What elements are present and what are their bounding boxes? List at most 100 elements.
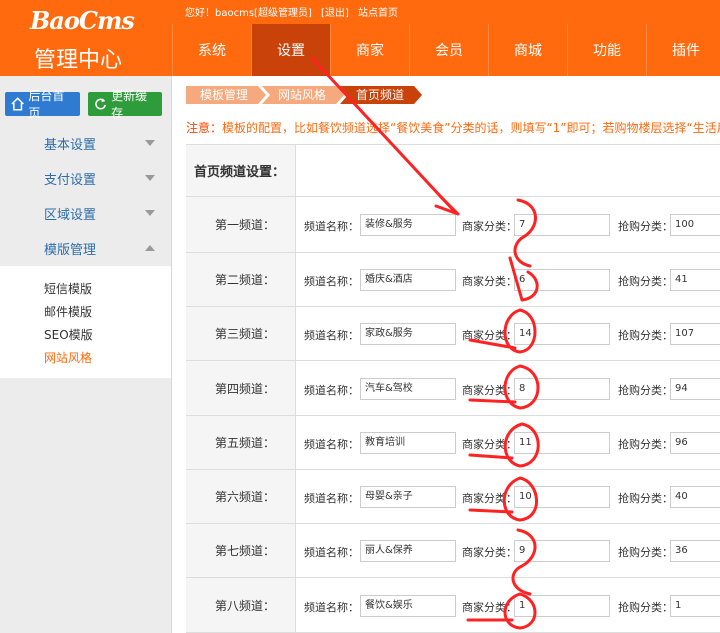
site-home-link[interactable]: 站点首页 [358,8,398,19]
shop-category-input[interactable]: 9 [514,540,610,562]
sidebar-section-label: 基本设置 [44,138,97,153]
sidebar-buttons: 后台首页 更新缓存 [5,89,162,120]
update-cache-label: 更新缓存 [111,89,148,120]
sidebar-item-site-style[interactable]: 网站风格 [44,349,92,366]
shop-category-input[interactable]: 6 [514,269,610,291]
channel-name-input[interactable]: 家政&服务 [360,323,456,345]
main-nav: 系统 设置 商家 会员 商城 功能 插件 [172,24,720,76]
sidebar-item-sms-template[interactable]: 短信模版 [44,280,92,297]
sidebar-section-payment[interactable]: 支付设置 [0,161,171,196]
table-row: 第八频道： 频道名称： 餐饮&娱乐 商家分类： 1 抢购分类： 1 [186,578,720,633]
tuan-category-label: 抢购分类： [618,220,673,233]
shop-category-input[interactable]: 11 [514,432,610,454]
logo: BaoCms 管理中心 [0,0,170,76]
name-field-label: 频道名称： [304,220,359,233]
table-row: 第一频道： 频道名称： 装修&服务 商家分类： 7 抢购分类： 100 [186,197,720,253]
tuan-category-input[interactable]: 40 [670,486,720,508]
channel-name-input[interactable]: 装修&服务 [360,214,456,236]
tuan-category-input[interactable]: 107 [670,323,720,345]
tuan-category-input[interactable]: 1 [670,595,720,617]
sidebar-section-region[interactable]: 区域设置 [0,196,171,231]
sidebar: 后台首页 更新缓存 基本设置 支付设置 区域设置 模版管理 短信模版 邮件模版 … [0,76,172,633]
channel-cell: 频道名称： 家政&服务 商家分类： 14 抢购分类： 107 [296,307,720,360]
shop-category-input[interactable]: 14 [514,323,610,345]
update-cache-button[interactable]: 更新缓存 [88,89,162,120]
nav-settings[interactable]: 设置 [251,24,330,76]
name-field-label: 频道名称： [304,492,359,505]
channel-name-input[interactable]: 餐饮&娱乐 [360,595,456,617]
name-field-label: 频道名称： [304,329,359,342]
table-row: 第六频道： 频道名称： 母婴&亲子 商家分类： 10 抢购分类： 40 [186,470,720,524]
tuan-category-input[interactable]: 94 [670,378,720,400]
shop-category-input[interactable]: 8 [514,378,610,400]
nav-merchant[interactable]: 商家 [330,24,409,76]
channel-name-input[interactable]: 丽人&保养 [360,540,456,562]
shop-category-input[interactable]: 7 [514,214,610,236]
breadcrumb-current: 首页频道 [340,86,422,104]
shop-category-input[interactable]: 10 [514,486,610,508]
refresh-icon [95,98,106,110]
home-icon [11,97,24,111]
chevron-up-icon [145,245,155,251]
table-row: 第七频道： 频道名称： 丽人&保养 商家分类： 9 抢购分类： 36 [186,524,720,578]
name-field-label: 频道名称： [304,546,359,559]
shop-category-label: 商家分类： [462,492,517,505]
shop-category-input[interactable]: 1 [514,595,610,617]
channel-label: 第六频道： [186,470,296,523]
sidebar-item-email-template[interactable]: 邮件模版 [44,303,92,320]
nav-functions[interactable]: 功能 [567,24,646,76]
shop-category-label: 商家分类： [462,438,517,451]
channel-label: 第二频道： [186,253,296,306]
name-field-label: 频道名称： [304,438,359,451]
admin-home-button[interactable]: 后台首页 [5,89,80,120]
channel-name-input[interactable]: 婚庆&酒店 [360,269,456,291]
channel-label: 第五频道： [186,416,296,469]
shop-category-label: 商家分类： [462,601,517,614]
channel-cell: 频道名称： 丽人&保养 商家分类： 9 抢购分类： 36 [296,524,720,577]
channel-label: 第四频道： [186,361,296,415]
table-header: 首页频道设置： [186,145,720,197]
breadcrumb-item[interactable]: 模板管理 [186,86,266,104]
sidebar-section-basic[interactable]: 基本设置 [0,126,171,161]
sidebar-submenu: 短信模版 邮件模版 SEO模版 网站风格 [0,266,171,378]
tuan-category-input[interactable]: 96 [670,432,720,454]
tuan-category-input[interactable]: 41 [670,269,720,291]
nav-plugins[interactable]: 插件 [646,24,720,76]
table-row: 第二频道： 频道名称： 婚庆&酒店 商家分类： 6 抢购分类： 41 [186,253,720,307]
channel-name-input[interactable]: 母婴&亲子 [360,486,456,508]
channel-label: 第七频道： [186,524,296,577]
tuan-category-label: 抢购分类： [618,438,673,451]
chevron-down-icon [145,175,155,181]
shop-category-label: 商家分类： [462,275,517,288]
sidebar-section-template[interactable]: 模版管理 [0,231,171,266]
sidebar-section-label: 区域设置 [44,208,97,223]
channel-name-input[interactable]: 汽车&驾校 [360,378,456,400]
table-title: 首页频道设置： [186,145,296,196]
channel-cell: 频道名称： 装修&服务 商家分类： 7 抢购分类： 100 [296,197,720,252]
notice-body: 模板的配置，比如餐饮频道选择“餐饮美食”分类的话，则填写“1”即可；若购物楼层选… [222,121,720,135]
channel-label: 第三频道： [186,307,296,360]
nav-mall[interactable]: 商城 [488,24,567,76]
sidebar-item-seo-template[interactable]: SEO模版 [44,326,93,343]
tuan-category-label: 抢购分类： [618,329,673,342]
logout-link[interactable]: [退出] [321,8,349,19]
channel-cell: 频道名称： 母婴&亲子 商家分类： 10 抢购分类： 40 [296,470,720,523]
table-row: 第三频道： 频道名称： 家政&服务 商家分类： 14 抢购分类： 107 [186,307,720,361]
breadcrumb: 模板管理 网站风格 首页频道 [186,86,418,104]
sidebar-section-label: 支付设置 [44,173,97,188]
top-info-bar: 您好！baocms[超级管理员] [退出] 站点首页 [185,4,404,19]
tuan-category-input[interactable]: 36 [670,540,720,562]
channel-label: 第八频道： [186,578,296,632]
channel-cell: 频道名称： 餐饮&娱乐 商家分类： 1 抢购分类： 1 [296,578,720,632]
channel-name-input[interactable]: 教育培训 [360,432,456,454]
channel-label: 第一频道： [186,197,296,252]
nav-system[interactable]: 系统 [172,24,251,76]
notice-prefix: 注意： [186,121,223,135]
name-field-label: 频道名称： [304,601,359,614]
chevron-down-icon [145,140,155,146]
breadcrumb-item[interactable]: 网站风格 [262,86,344,104]
channel-cell: 频道名称： 汽车&驾校 商家分类： 8 抢购分类： 94 [296,361,720,415]
tuan-category-label: 抢购分类： [618,546,673,559]
tuan-category-input[interactable]: 100 [670,214,720,236]
nav-member[interactable]: 会员 [409,24,488,76]
